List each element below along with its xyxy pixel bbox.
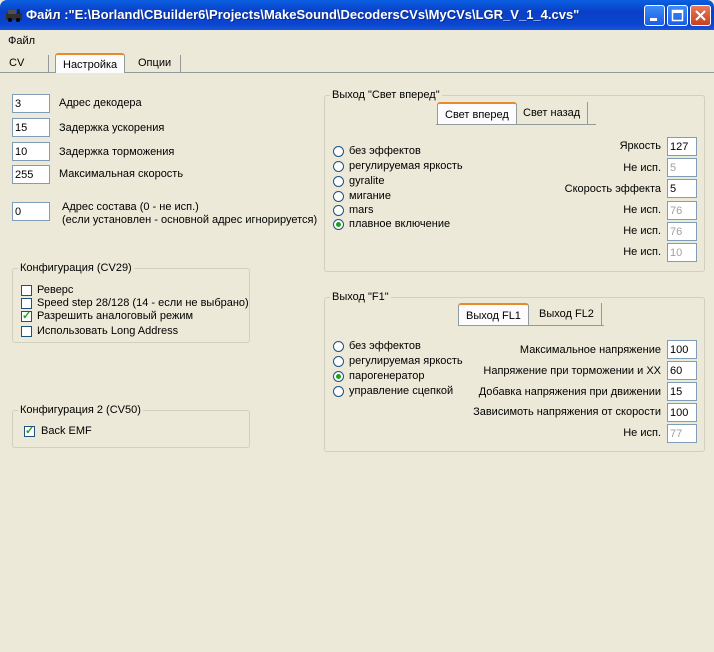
consist-address-label: Адрес состава (0 - не исп.) — [62, 201, 199, 213]
fl-radio-gyralite[interactable] — [333, 176, 344, 187]
back-emf-label: Back EMF — [41, 425, 92, 437]
tab-fl2[interactable]: Выход FL2 — [532, 303, 602, 325]
long-address-label: Использовать Long Address — [37, 325, 179, 337]
fl-effect-speed-input[interactable] — [667, 179, 697, 198]
front-light-tab-baseline — [436, 124, 596, 125]
tab-cv[interactable]: CV — [2, 53, 31, 73]
back-emf-checkbox[interactable] — [24, 424, 35, 437]
speed-step-label: Speed step 28/128 (14 - если не выбрано) — [37, 297, 249, 309]
reverse-checkbox[interactable] — [21, 285, 32, 296]
decel-delay-label: Задержка торможения — [59, 146, 175, 158]
f1-motion-voltage-input[interactable] — [667, 382, 697, 401]
fl-unused-input — [667, 243, 697, 262]
close-icon — [695, 10, 706, 21]
config-cv29-title: Конфигурация (CV29) — [18, 262, 134, 274]
f1-unused-input — [667, 424, 697, 443]
max-speed-input[interactable] — [12, 165, 50, 184]
decel-delay-input[interactable] — [12, 142, 50, 161]
fl-brightness-input[interactable] — [667, 137, 697, 156]
fl-radio-label: плавное включение — [349, 218, 451, 230]
long-address-checkbox[interactable] — [21, 326, 32, 337]
minimize-icon — [650, 18, 657, 21]
fl-radio-mars[interactable] — [333, 205, 344, 216]
window-title: Файл :"E:\Borland\CBuilder6\Projects\Mak… — [26, 7, 580, 22]
app-icon — [6, 9, 22, 22]
analog-mode-label: Разрешить аналоговый режим — [37, 310, 194, 322]
maximize-icon — [671, 9, 684, 22]
speed-step-checkbox[interactable] — [21, 298, 32, 309]
fl-radio-blink[interactable] — [333, 191, 344, 202]
menu-bar — [0, 30, 714, 50]
fl-unused-input — [667, 158, 697, 177]
f1-output-title: Выход "F1" — [330, 291, 391, 303]
fl-param-label: Не исп. — [623, 204, 661, 216]
fl-param-label: Не исп. — [623, 162, 661, 174]
f1-radio-label: регулируемая яркость — [349, 355, 463, 367]
reverse-label: Реверс — [37, 284, 74, 296]
f1-radio-dimmable[interactable] — [333, 356, 344, 367]
close-button[interactable] — [690, 5, 711, 26]
fl-radio-label: мигание — [349, 190, 391, 202]
f1-speed-dependence-input[interactable] — [667, 403, 697, 422]
tab-front-light[interactable]: Свет вперед — [437, 102, 517, 124]
f1-param-label: Добавка напряжения при движении — [478, 386, 661, 398]
f1-param-label: Максимальное напряжение — [519, 344, 661, 356]
menu-file[interactable]: Файл — [8, 35, 35, 47]
f1-radio-label: управление сцепкой — [349, 385, 454, 397]
f1-radio-label: парогенератор — [349, 370, 425, 382]
tab-separator — [48, 55, 49, 72]
fl-unused-input — [667, 222, 697, 241]
f1-param-label: Зависимоть напряжения от скорости — [473, 406, 661, 418]
tab-settings[interactable]: Настройка — [55, 53, 126, 73]
analog-mode-checkbox[interactable] — [21, 309, 32, 322]
minimize-button[interactable] — [644, 5, 665, 26]
fl-radio-no-effect[interactable] — [333, 146, 344, 157]
f1-radio-no-effect[interactable] — [333, 341, 344, 352]
accel-delay-label: Задержка ускорения — [59, 122, 165, 134]
fl-param-label: Скорость эффекта — [564, 183, 661, 195]
fl-radio-label: регулируемая яркость — [349, 160, 463, 172]
fl-radio-label: без эффектов — [349, 145, 421, 157]
tab-options[interactable]: Опции — [131, 53, 178, 73]
accel-delay-input[interactable] — [12, 118, 50, 137]
decoder-address-input[interactable] — [12, 94, 50, 113]
f1-param-label: Не исп. — [623, 427, 661, 439]
tab-separator — [180, 55, 181, 72]
f1-radio-coupler[interactable] — [333, 386, 344, 397]
f1-max-voltage-input[interactable] — [667, 340, 697, 359]
consist-address-note: (если установлен - основной адрес игнори… — [62, 214, 318, 226]
front-light-title: Выход "Свет вперед" — [330, 89, 442, 101]
fl-param-label: Яркость — [619, 140, 661, 152]
fl-radio-label: gyralite — [349, 175, 385, 187]
tab-fl1[interactable]: Выход FL1 — [458, 303, 529, 325]
maximize-button[interactable] — [667, 5, 688, 26]
fl-radio-smooth-on[interactable] — [333, 219, 344, 230]
f1-brake-voltage-input[interactable] — [667, 361, 697, 380]
config-cv50-title: Конфигурация 2 (CV50) — [18, 404, 143, 416]
fl-radio-dimmable[interactable] — [333, 161, 344, 172]
f1-radio-smoke-generator[interactable] — [333, 371, 344, 382]
fl-radio-label: mars — [349, 204, 374, 216]
tab-rear-light[interactable]: Свет назад — [516, 102, 589, 124]
f1-radio-label: без эффектов — [349, 340, 421, 352]
decoder-address-label: Адрес декодера — [59, 97, 142, 109]
f1-tab-baseline — [458, 325, 604, 326]
consist-address-input[interactable] — [12, 202, 50, 221]
max-speed-label: Максимальная скорость — [59, 168, 184, 180]
f1-param-label: Напряжение при торможении и ХХ — [483, 365, 661, 377]
fl-param-label: Не исп. — [623, 225, 661, 237]
fl-unused-input — [667, 201, 697, 220]
fl-param-label: Не исп. — [623, 246, 661, 258]
